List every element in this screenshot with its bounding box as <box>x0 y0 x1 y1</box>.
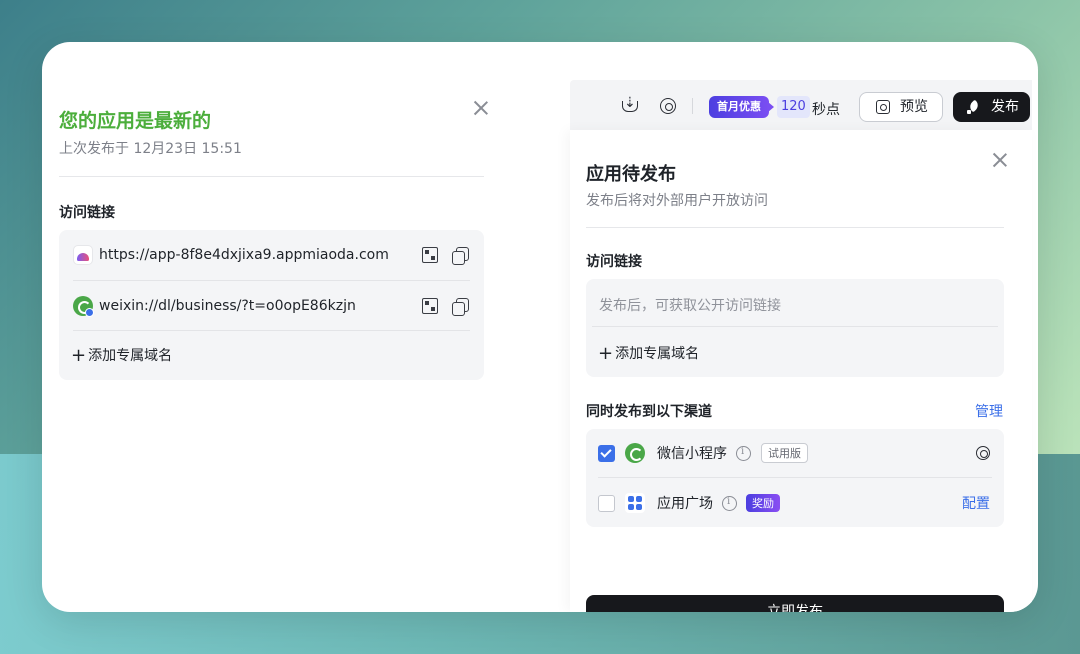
row-divider <box>598 477 992 478</box>
channels-box: 微信小程序 试用版 应用广场 奖励 配置 <box>586 429 1004 527</box>
weixin-logo-icon <box>73 296 94 317</box>
reward-tag: 奖励 <box>746 494 780 512</box>
preview-label: 预览 <box>900 99 928 115</box>
access-links-box: 发布后，可获取公开访问链接 + 添加专属域名 <box>586 279 1004 377</box>
rocket-icon <box>967 100 981 114</box>
qrcode-icon[interactable] <box>422 247 438 263</box>
channel-name: 应用广场 <box>657 496 713 512</box>
main-card: 您的应用是最新的 上次发布于 12月23日 15:51 访问链接 https:/… <box>42 42 1038 612</box>
channel-checkbox[interactable] <box>598 494 615 512</box>
divider <box>586 227 1004 228</box>
add-domain-label: 添加专属域名 <box>88 348 173 364</box>
plus-icon: + <box>71 345 87 366</box>
channel-row-miniprogram: 微信小程序 试用版 <box>598 429 992 477</box>
app-plaza-logo-icon <box>625 493 645 513</box>
settings-icon[interactable] <box>976 446 990 460</box>
preview-button[interactable]: 预览 <box>859 92 943 122</box>
info-icon[interactable] <box>736 445 751 461</box>
channel-checkbox[interactable] <box>598 444 615 462</box>
trial-tag: 试用版 <box>761 443 808 463</box>
points-value: 120 <box>777 96 810 118</box>
download-icon[interactable] <box>622 95 638 114</box>
configure-link[interactable]: 配置 <box>962 493 990 513</box>
channel-name: 微信小程序 <box>657 446 727 462</box>
target-icon[interactable] <box>660 98 676 114</box>
manage-channels-link[interactable]: 管理 <box>975 401 1003 421</box>
access-links-box: https://app-8f8e4dxjixa9.appmiaoda.com w… <box>59 230 484 380</box>
plus-icon: + <box>598 343 614 364</box>
access-links-label: 访问链接 <box>586 254 642 270</box>
copy-icon[interactable] <box>452 298 469 316</box>
access-link-placeholder: 发布后，可获取公开访问链接 <box>599 298 781 314</box>
row-divider <box>592 326 998 327</box>
web-url[interactable]: https://app-8f8e4dxjixa9.appmiaoda.com <box>99 247 389 263</box>
last-published-text: 上次发布于 12月23日 15:51 <box>59 141 242 157</box>
pending-panel: 首月优惠 120 秒点 预览 发布 应用待发布 发布后将对外部用户开放访问 访问… <box>570 80 1038 612</box>
add-domain-label: 添加专属域名 <box>615 346 700 362</box>
row-divider <box>73 330 470 331</box>
preview-icon <box>876 100 890 114</box>
points-unit: 秒点 <box>812 102 840 118</box>
publish-now-button[interactable]: 立即发布 <box>586 595 1004 612</box>
publish-label: 发布 <box>991 99 1019 115</box>
copy-icon[interactable] <box>452 247 469 265</box>
dialog-subtitle: 发布后将对外部用户开放访问 <box>586 193 768 209</box>
add-custom-domain-button[interactable]: + 添加专属域名 <box>71 345 172 366</box>
toolbar-divider <box>692 98 693 114</box>
publish-button[interactable]: 发布 <box>953 92 1030 122</box>
status-title: 您的应用是最新的 <box>59 110 212 132</box>
promo-badge[interactable]: 首月优惠 <box>709 96 774 118</box>
link-row-web: https://app-8f8e4dxjixa9.appmiaoda.com <box>73 230 470 280</box>
dialog-title: 应用待发布 <box>586 164 676 185</box>
divider <box>59 176 484 177</box>
miniprogram-logo-icon <box>625 443 645 463</box>
top-toolbar: 首月优惠 120 秒点 预览 发布 <box>570 80 1032 130</box>
info-icon[interactable] <box>722 495 737 511</box>
channel-row-plaza: 应用广场 奖励 配置 <box>598 479 992 527</box>
publish-dialog: 应用待发布 发布后将对外部用户开放访问 访问链接 发布后，可获取公开访问链接 +… <box>570 130 1032 612</box>
link-row-weixin: weixin://dl/business/?t=o0opE86kzjn <box>73 281 470 331</box>
access-links-label: 访问链接 <box>59 205 115 221</box>
weixin-url[interactable]: weixin://dl/business/?t=o0opE86kzjn <box>99 298 356 314</box>
app-logo-icon <box>73 245 93 265</box>
add-custom-domain-button[interactable]: + 添加专属域名 <box>598 343 699 364</box>
channels-label: 同时发布到以下渠道 <box>586 404 712 420</box>
published-panel: 您的应用是最新的 上次发布于 12月23日 15:51 访问链接 https:/… <box>59 42 484 612</box>
close-icon[interactable] <box>992 152 1008 168</box>
qrcode-icon[interactable] <box>422 298 438 314</box>
close-icon[interactable] <box>473 100 489 116</box>
